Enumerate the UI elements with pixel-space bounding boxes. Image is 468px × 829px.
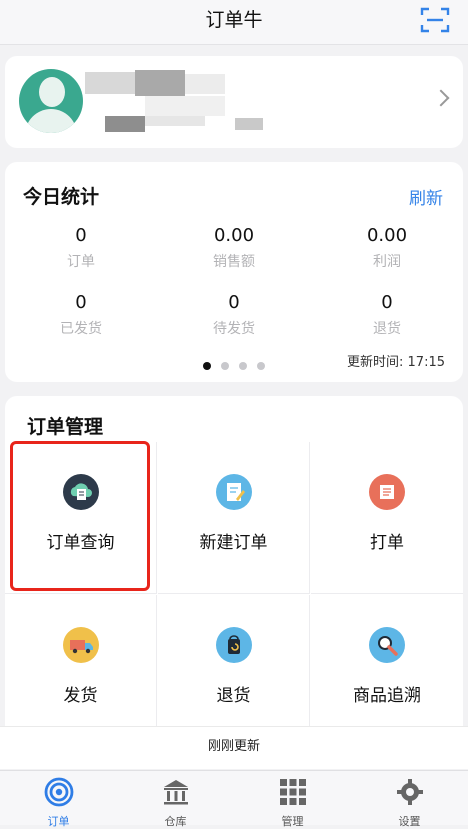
page-indicator[interactable] (203, 355, 275, 374)
warehouse-icon (161, 777, 191, 807)
stat-label: 已发货 (60, 321, 102, 337)
delivery-truck-icon (62, 627, 99, 663)
product-trace-label: 商品追溯 (353, 686, 421, 706)
tab-label: 设置 (398, 815, 421, 828)
product-trace-button[interactable]: 商品追溯 (311, 595, 463, 726)
page-dot[interactable] (203, 362, 211, 370)
page-title: 订单牛 (205, 9, 263, 31)
stat-value: 0 (228, 292, 240, 313)
tab-warehouse[interactable]: 仓库 (117, 771, 234, 828)
return-button[interactable]: 退货 (158, 595, 310, 726)
blurred-user-info (85, 66, 275, 138)
print-order-button[interactable]: 打单 (311, 442, 463, 594)
stat-pending[interactable]: 0 待发货 (158, 291, 310, 341)
tab-label: 仓库 (164, 815, 187, 828)
return-bag-icon (215, 627, 252, 663)
order-management-title: 订单管理 (27, 416, 104, 438)
refresh-button[interactable]: 刷新 (409, 184, 443, 209)
profile-card[interactable] (5, 56, 463, 148)
gear-icon (395, 777, 425, 807)
stat-label: 退货 (373, 321, 401, 337)
stat-value: 0 (75, 292, 87, 313)
stat-label: 利润 (373, 254, 401, 270)
stat-value: 0 (75, 225, 87, 246)
page-dot[interactable] (221, 362, 229, 370)
updated-status: 刚刚更新 (0, 726, 468, 769)
new-order-icon (215, 474, 252, 510)
tab-label: 订单 (47, 815, 70, 828)
magnifier-icon (369, 627, 405, 663)
top-header: 订单牛 (0, 0, 468, 45)
stat-label: 订单 (67, 254, 95, 270)
bottom-tab-bar: 订单 仓库 管理 设置 (0, 770, 468, 828)
stat-shipped[interactable]: 0 已发货 (5, 291, 157, 341)
delivery-label: 发货 (63, 686, 98, 706)
stat-returns[interactable]: 0 退货 (311, 291, 463, 341)
print-icon (369, 474, 405, 510)
update-time: 更新时间: 17:15 (347, 355, 445, 370)
grid-icon (278, 777, 308, 807)
stat-value: 0.00 (213, 225, 255, 246)
chevron-right-icon (432, 89, 450, 107)
new-order-button[interactable]: 新建订单 (158, 442, 310, 594)
page-dot[interactable] (257, 362, 265, 370)
target-icon (44, 777, 74, 807)
page-dot[interactable] (239, 362, 247, 370)
delivery-button[interactable]: 发货 (5, 595, 157, 726)
stat-label: 待发货 (213, 321, 255, 337)
tab-settings[interactable]: 设置 (351, 771, 468, 828)
tab-orders[interactable]: 订单 (0, 771, 117, 828)
today-stats-card: 今日统计 刷新 0 订单 0.00 销售额 0.00 利润 0 已发货 0 待发… (5, 162, 463, 382)
stat-sales[interactable]: 0.00 销售额 (158, 224, 310, 274)
stat-orders[interactable]: 0 订单 (5, 224, 157, 274)
return-label: 退货 (216, 686, 251, 706)
new-order-label: 新建订单 (199, 533, 268, 553)
scan-icon[interactable] (420, 6, 450, 34)
tab-management[interactable]: 管理 (234, 771, 351, 828)
stat-value: 0 (381, 292, 393, 313)
stat-label: 销售额 (213, 254, 255, 270)
tab-label: 管理 (281, 815, 304, 828)
user-avatar-icon (19, 69, 83, 133)
stat-value: 0.00 (366, 225, 408, 246)
stats-title: 今日统计 (23, 186, 100, 208)
highlight-box (10, 441, 150, 591)
stat-profit[interactable]: 0.00 利润 (311, 224, 463, 274)
print-order-label: 打单 (370, 533, 404, 553)
